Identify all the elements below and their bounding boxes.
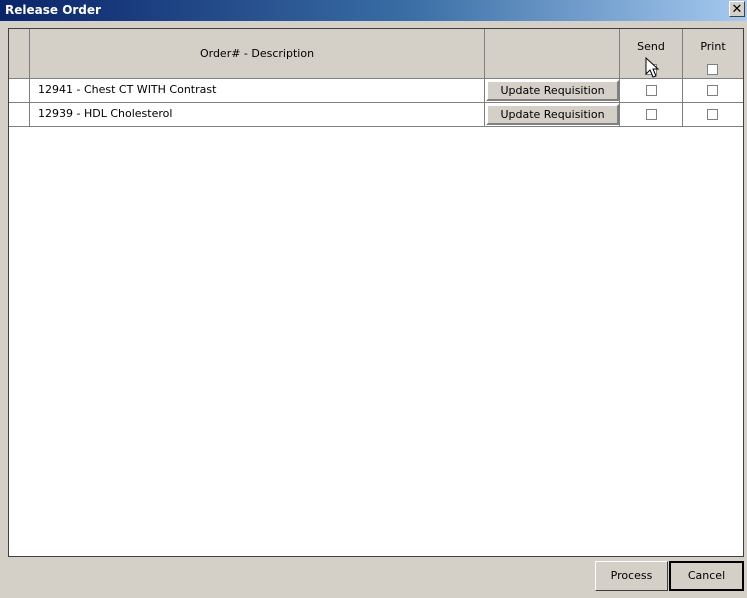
column-header-send-label: Send <box>637 40 665 53</box>
order-description: 12941 - Chest CT WITH Contrast <box>38 83 217 96</box>
order-description: 12939 - HDL Cholesterol <box>38 107 173 120</box>
print-checkbox[interactable] <box>707 109 718 120</box>
send-cell <box>620 103 683 127</box>
table-row[interactable]: 12939 - HDL Cholesterol <box>30 103 485 127</box>
print-checkbox[interactable] <box>707 85 718 96</box>
update-requisition-button[interactable]: Update Requisition <box>486 104 619 125</box>
column-header-description[interactable]: Order# - Description <box>30 29 485 79</box>
row-selector[interactable] <box>9 103 30 127</box>
send-checkbox[interactable] <box>646 109 657 120</box>
order-grid: Order# - Description Send Print 12941 - … <box>8 28 744 557</box>
window-title: Release Order <box>5 3 101 17</box>
table-row[interactable]: 12941 - Chest CT WITH Contrast <box>30 79 485 103</box>
column-header-description-label: Order# - Description <box>199 47 315 60</box>
print-cell <box>683 79 743 103</box>
print-all-checkbox[interactable] <box>707 64 718 75</box>
close-icon: ✕ <box>731 2 743 17</box>
send-checkbox[interactable] <box>646 85 657 96</box>
actions-cell: Update Requisition <box>485 103 620 127</box>
process-button[interactable]: Process <box>595 561 668 591</box>
column-header-print-label: Print <box>700 40 726 53</box>
column-header-actions <box>485 29 620 79</box>
print-cell <box>683 103 743 127</box>
actions-cell: Update Requisition <box>485 79 620 103</box>
cancel-button[interactable]: Cancel <box>669 561 744 591</box>
send-cell <box>620 79 683 103</box>
title-bar: Release Order ✕ <box>0 0 747 21</box>
update-requisition-button[interactable]: Update Requisition <box>486 80 619 101</box>
row-selector[interactable] <box>9 79 30 103</box>
mouse-pointer-icon <box>645 57 660 78</box>
column-header-print[interactable]: Print <box>683 29 743 79</box>
row-header-corner <box>9 29 30 79</box>
close-button[interactable]: ✕ <box>729 1 745 17</box>
